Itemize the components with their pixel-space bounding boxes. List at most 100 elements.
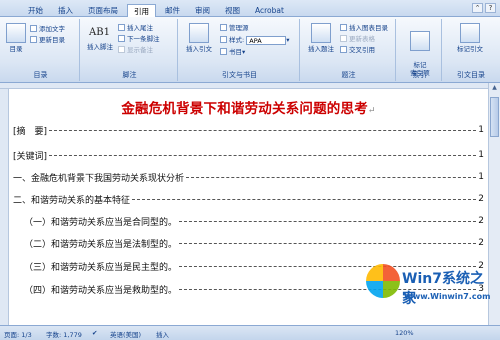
word-count-status[interactable]: 字数: 1,779: [46, 329, 82, 339]
watermark-url: Www.Winwin7.com: [404, 292, 491, 301]
table-of-figures-icon: [340, 24, 347, 31]
update-toc-button[interactable]: 更新目录: [30, 36, 65, 45]
mark-entry-button[interactable]: 标记 索引项: [402, 23, 438, 77]
insert-table-of-figures-button[interactable]: 插入图表目录: [340, 24, 388, 33]
toc-entry-text: 一、金融危机背景下我国劳动关系现状分析: [13, 173, 185, 184]
update-table-label: 更新表格: [349, 35, 375, 43]
mark-citation-icon: [460, 23, 480, 43]
citation-icon: [189, 23, 209, 43]
insert-footnote-button[interactable]: 插入脚注: [84, 43, 116, 51]
chevron-down-icon: ▾: [242, 48, 246, 56]
scrollbar-thumb[interactable]: [490, 97, 499, 137]
toc-leader: [49, 154, 477, 156]
add-text-icon: [30, 25, 37, 32]
next-footnote-label: 下一条脚注: [127, 35, 160, 43]
toc-page-number: 2: [478, 216, 484, 226]
status-bar: 页面: 1/3 字数: 1,779 ✔ 英语(美国) 插入 120%: [0, 325, 500, 340]
toc-button[interactable]: 目录: [4, 23, 28, 53]
toc-leader: [132, 198, 477, 200]
toc-icon: [6, 23, 26, 43]
mark-citation-button[interactable]: 标记引文: [450, 23, 490, 53]
toc-entry[interactable]: 一、金融危机背景下我国劳动关系现状分析 1: [13, 171, 484, 184]
scroll-up-icon[interactable]: ▲: [489, 83, 500, 93]
style-dropdown[interactable]: APA: [246, 36, 287, 45]
citation-group-label: 引文与书目: [222, 71, 257, 79]
tab-home[interactable]: 开始: [22, 4, 49, 17]
minimize-ribbon-icon[interactable]: ⌃: [472, 3, 483, 13]
mark-citation-label: 标记引文: [457, 45, 483, 53]
toc-entry[interactable]: 二、和谐劳动关系的基本特征 2: [13, 193, 484, 206]
zoom-level[interactable]: 120%: [395, 329, 414, 337]
tab-acrobat[interactable]: Acrobat: [249, 4, 290, 17]
insert-endnote-label: 插入尾注: [127, 24, 153, 32]
toc-entry-text: （二）和谐劳动关系应当是法制型的。: [24, 239, 178, 250]
manage-sources-icon: [220, 24, 227, 31]
document-title: 金融危机背景下和谐劳动关系问题的思考↵: [9, 97, 488, 117]
toc-entry[interactable]: [关键词] 1: [13, 149, 484, 162]
tab-insert[interactable]: 插入: [52, 4, 79, 17]
caption-group: 插入题注 插入图表目录 更新表格 交叉引用 题注: [302, 19, 396, 81]
show-notes-label: 显示备注: [127, 46, 153, 54]
add-text-label: 添加文字: [39, 25, 65, 33]
proofing-icon[interactable]: ✔: [92, 329, 97, 337]
toc-entry[interactable]: （一）和谐劳动关系应当是合同型的。 2: [24, 215, 484, 228]
help-icon[interactable]: ?: [485, 3, 496, 13]
toc-leader: [179, 242, 477, 244]
insert-citation-label: 插入引文: [186, 45, 212, 53]
watermark: Win7系统之家 Www.Winwin7.com: [366, 262, 494, 320]
insert-footnote-label: 插入脚注: [87, 43, 113, 51]
update-table-icon: [340, 35, 347, 42]
next-footnote-button[interactable]: 下一条脚注: [118, 35, 160, 44]
toc-entry-text: [关键词]: [13, 151, 48, 162]
vertical-ruler: [0, 89, 9, 325]
insert-endnote-button[interactable]: 插入尾注: [118, 24, 153, 33]
cross-reference-button[interactable]: 交叉引用: [340, 46, 375, 55]
caption-icon: [311, 23, 331, 43]
add-text-button[interactable]: 添加文字: [30, 25, 65, 34]
ribbon-references: 目录 添加文字 更新目录 目录 AB1 插入脚注 插入尾注 下一条脚注 显示备注…: [0, 17, 500, 83]
manage-sources-button[interactable]: 管理源: [220, 24, 249, 33]
footnote-group: AB1 插入脚注 插入尾注 下一条脚注 显示备注 脚注: [82, 19, 178, 81]
toc-page-number: 2: [478, 238, 484, 248]
insert-table-of-figures-label: 插入图表目录: [349, 24, 388, 32]
toc-entry-text: （四）和谐劳动关系应当是救助型的。: [24, 285, 178, 296]
language-status[interactable]: 英语(美国): [110, 329, 141, 339]
insert-mode-status[interactable]: 插入: [156, 329, 169, 339]
chevron-down-icon[interactable]: ▾: [286, 36, 289, 44]
show-notes-button[interactable]: 显示备注: [118, 46, 153, 55]
manage-sources-label: 管理源: [229, 24, 249, 32]
toc-leader: [186, 176, 477, 178]
endnote-icon: [118, 24, 125, 31]
tab-review[interactable]: 审阅: [189, 4, 216, 17]
toc-button-label: 目录: [9, 45, 23, 53]
toc-entry-text: （一）和谐劳动关系应当是合同型的。: [24, 217, 178, 228]
toa-group: 标记引文 引文目录: [444, 19, 498, 81]
watermark-brand: Win7系统之家: [402, 271, 484, 307]
toc-page-number: 2: [478, 194, 484, 204]
cross-reference-label: 交叉引用: [349, 46, 375, 54]
toc-page-number: 1: [478, 125, 484, 135]
update-table-button[interactable]: 更新表格: [340, 35, 375, 44]
caption-group-label: 题注: [341, 71, 356, 79]
toc-leader: [49, 129, 477, 131]
style-selector[interactable]: 样式: APA ▾: [220, 36, 290, 45]
ribbon-tab-bar: 开始 插入 页面布局 引用 邮件 审阅 视图 Acrobat ⌃ ?: [0, 0, 500, 17]
tab-view[interactable]: 视图: [219, 4, 246, 17]
windows-logo-icon: [366, 264, 400, 298]
insert-caption-button[interactable]: 插入题注: [304, 23, 338, 53]
ab-footnote-icon: AB1: [89, 27, 110, 38]
insert-citation-button[interactable]: 插入引文: [182, 23, 216, 53]
bibliography-label: 书目: [229, 48, 242, 56]
page-count-status[interactable]: 页面: 1/3: [4, 329, 32, 339]
toc-group: 目录 添加文字 更新目录 目录: [2, 19, 80, 81]
style-icon: [220, 36, 227, 43]
bibliography-button[interactable]: 书目▾: [220, 48, 245, 57]
document-title-text: 金融危机背景下和谐劳动关系问题的思考: [121, 101, 368, 117]
toc-entry-text: 二、和谐劳动关系的基本特征: [13, 195, 131, 206]
tab-page-layout[interactable]: 页面布局: [82, 4, 124, 17]
toc-entry[interactable]: [摘 要] 1: [13, 124, 484, 137]
tab-references[interactable]: 引用: [127, 4, 156, 17]
toc-entry[interactable]: （二）和谐劳动关系应当是法制型的。 2: [24, 237, 484, 250]
toc-entry-text: [摘 要]: [13, 126, 48, 137]
tab-mailings[interactable]: 邮件: [159, 4, 186, 17]
